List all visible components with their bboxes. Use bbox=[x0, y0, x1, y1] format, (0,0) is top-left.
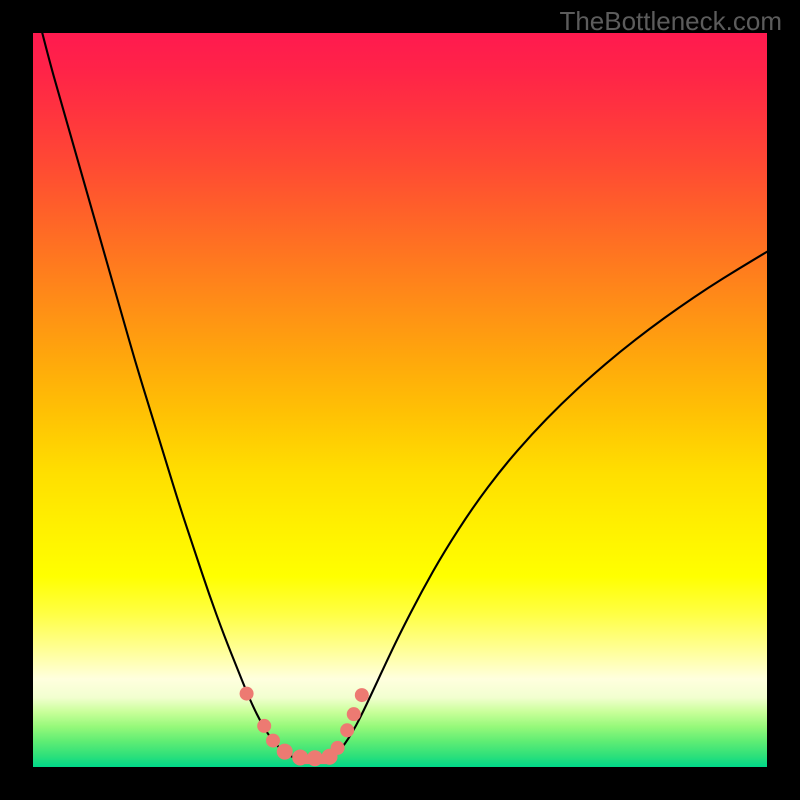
marker-dot bbox=[331, 741, 345, 755]
marker-dot bbox=[266, 734, 280, 748]
marker-dot bbox=[240, 687, 254, 701]
marker-dot bbox=[292, 749, 308, 765]
gradient-bg bbox=[33, 33, 767, 767]
watermark-text: TheBottleneck.com bbox=[559, 6, 782, 37]
marker-dot bbox=[355, 688, 369, 702]
chart-frame: TheBottleneck.com bbox=[0, 0, 800, 800]
marker-dot bbox=[277, 744, 293, 760]
marker-dot bbox=[307, 750, 323, 766]
marker-dot bbox=[347, 707, 361, 721]
bottleneck-chart bbox=[33, 33, 767, 767]
marker-dot bbox=[340, 723, 354, 737]
marker-dot bbox=[257, 719, 271, 733]
